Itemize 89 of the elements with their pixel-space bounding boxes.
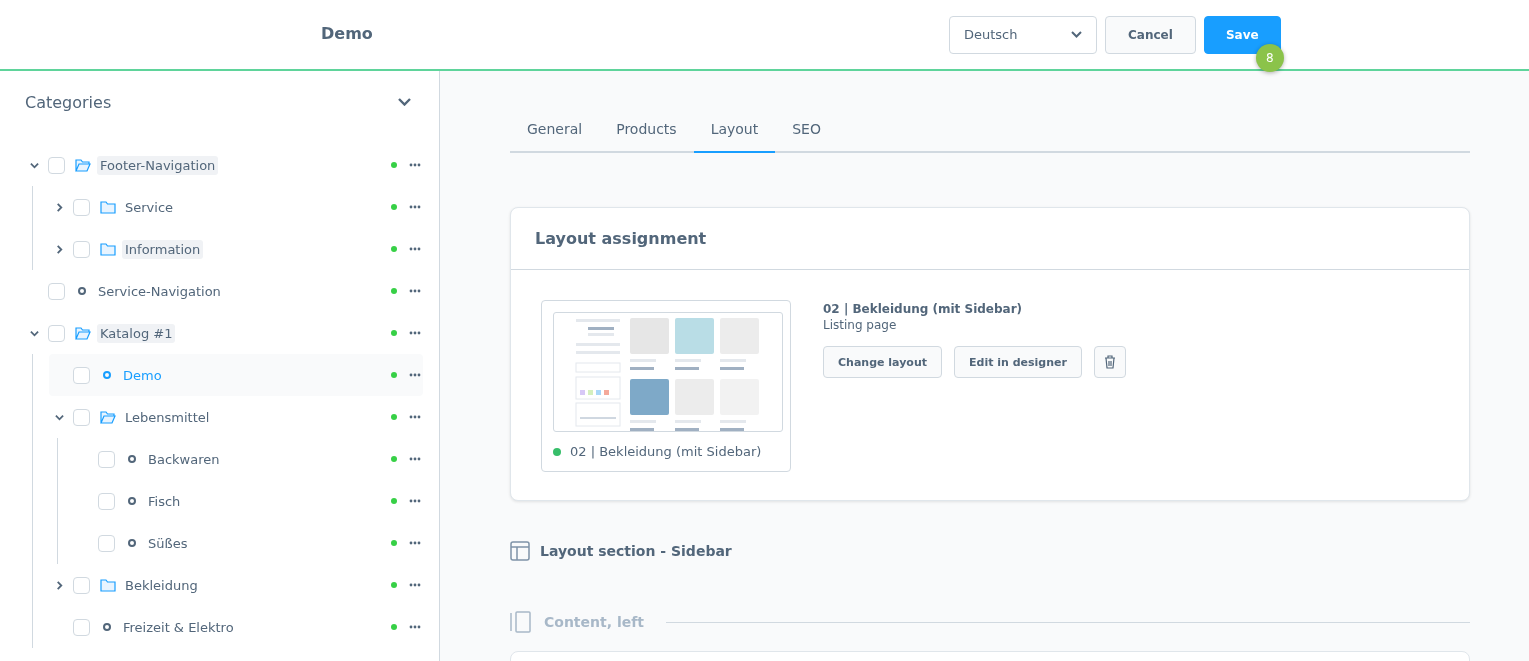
folder-icon xyxy=(100,200,116,214)
folder-icon xyxy=(100,242,116,256)
tree-item[interactable]: Bekleidung xyxy=(49,564,423,606)
more-icon[interactable] xyxy=(409,247,421,251)
tab[interactable]: Layout xyxy=(693,109,776,153)
tree-item[interactable]: Service xyxy=(49,186,423,228)
circle-icon xyxy=(77,286,87,296)
status-dot xyxy=(391,288,397,294)
tree-item[interactable]: Katalog #1 xyxy=(24,312,423,354)
language-select[interactable]: Deutsch xyxy=(949,15,1097,54)
more-icon[interactable] xyxy=(409,457,421,461)
checkbox[interactable] xyxy=(73,198,90,216)
checkbox[interactable] xyxy=(48,156,65,174)
folder-open-icon xyxy=(100,410,116,424)
checkbox[interactable] xyxy=(98,450,115,468)
status-dot xyxy=(391,372,397,378)
tree-item[interactable]: Süßes xyxy=(74,522,423,564)
circle-icon xyxy=(102,370,112,380)
checkbox[interactable] xyxy=(98,534,115,552)
page-title: Demo xyxy=(321,24,373,43)
chevron-icon[interactable] xyxy=(54,202,64,212)
chevron-icon[interactable] xyxy=(54,580,64,590)
tab[interactable]: SEO xyxy=(775,109,838,153)
checkbox[interactable] xyxy=(73,408,90,426)
sidebar-title: Categories xyxy=(25,92,112,112)
chevron-icon[interactable] xyxy=(29,328,39,338)
status-dot xyxy=(391,624,397,630)
more-icon[interactable] xyxy=(409,415,421,419)
card-title: Layout assignment xyxy=(535,229,707,248)
tree-item[interactable]: Lebensmittel xyxy=(49,396,423,438)
chevron-icon[interactable] xyxy=(54,412,64,422)
tree-item[interactable]: Information xyxy=(49,228,423,270)
more-icon[interactable] xyxy=(409,499,421,503)
edit-designer-button[interactable]: Edit in designer xyxy=(954,346,1082,378)
trash-icon xyxy=(1103,355,1116,369)
tree-item[interactable]: Service-Navigation xyxy=(24,270,423,312)
checkbox[interactable] xyxy=(73,240,90,258)
tree-item[interactable]: Freizeit & Elektro xyxy=(49,606,423,648)
status-dot xyxy=(391,540,397,546)
status-dot xyxy=(391,414,397,420)
status-dot xyxy=(391,456,397,462)
more-icon[interactable] xyxy=(409,289,421,293)
checkbox[interactable] xyxy=(73,618,90,636)
status-dot xyxy=(391,498,397,504)
status-dot xyxy=(391,582,397,588)
cancel-button[interactable]: Cancel xyxy=(1105,15,1196,54)
chevron-icon[interactable] xyxy=(29,160,39,170)
more-icon[interactable] xyxy=(409,625,421,629)
chevron-icon[interactable] xyxy=(54,244,64,254)
checkbox[interactable] xyxy=(48,324,65,342)
folder-open-icon xyxy=(75,158,91,172)
layout-type: Listing page xyxy=(823,318,898,332)
more-icon[interactable] xyxy=(409,163,421,167)
tab[interactable]: General xyxy=(510,109,600,153)
delete-button[interactable] xyxy=(1093,346,1126,378)
status-dot xyxy=(391,330,397,336)
change-layout-button[interactable]: Change layout xyxy=(823,346,942,378)
circle-icon xyxy=(127,454,137,464)
status-dot xyxy=(391,204,397,210)
tree-item[interactable]: Fisch xyxy=(74,480,423,522)
status-dot xyxy=(553,447,561,456)
folder-open-icon xyxy=(75,326,91,340)
checkbox[interactable] xyxy=(73,366,90,384)
circle-icon xyxy=(127,538,137,548)
chevron-down-icon xyxy=(1071,31,1082,38)
tree-item[interactable]: Footer-Navigation xyxy=(24,144,423,186)
layout-name: 02 | Bekleidung (mit Sidebar) xyxy=(823,302,1024,316)
folder-icon xyxy=(100,578,116,592)
chevron-down-icon[interactable] xyxy=(398,98,411,106)
block-title: Content, left xyxy=(544,614,644,630)
more-icon[interactable] xyxy=(409,373,421,377)
status-dot xyxy=(391,162,397,168)
status-dot xyxy=(391,246,397,252)
more-icon[interactable] xyxy=(409,583,421,587)
circle-icon xyxy=(127,496,137,506)
checkbox[interactable] xyxy=(48,282,65,300)
checkbox[interactable] xyxy=(98,492,115,510)
layout-preview[interactable]: 02 | Bekleidung (mit Sidebar) xyxy=(541,300,791,472)
more-icon[interactable] xyxy=(409,205,421,209)
more-icon[interactable] xyxy=(409,541,421,545)
section-title: Layout section - Sidebar xyxy=(540,543,732,559)
circle-icon xyxy=(102,622,112,632)
tree-item[interactable]: Backwaren xyxy=(74,438,423,480)
tab[interactable]: Products xyxy=(599,109,694,153)
layout-icon xyxy=(510,541,530,561)
checkbox[interactable] xyxy=(73,576,90,594)
preview-caption: 02 | Bekleidung (mit Sidebar) xyxy=(570,444,762,459)
sidebar-block-icon xyxy=(510,611,532,633)
more-icon[interactable] xyxy=(409,331,421,335)
